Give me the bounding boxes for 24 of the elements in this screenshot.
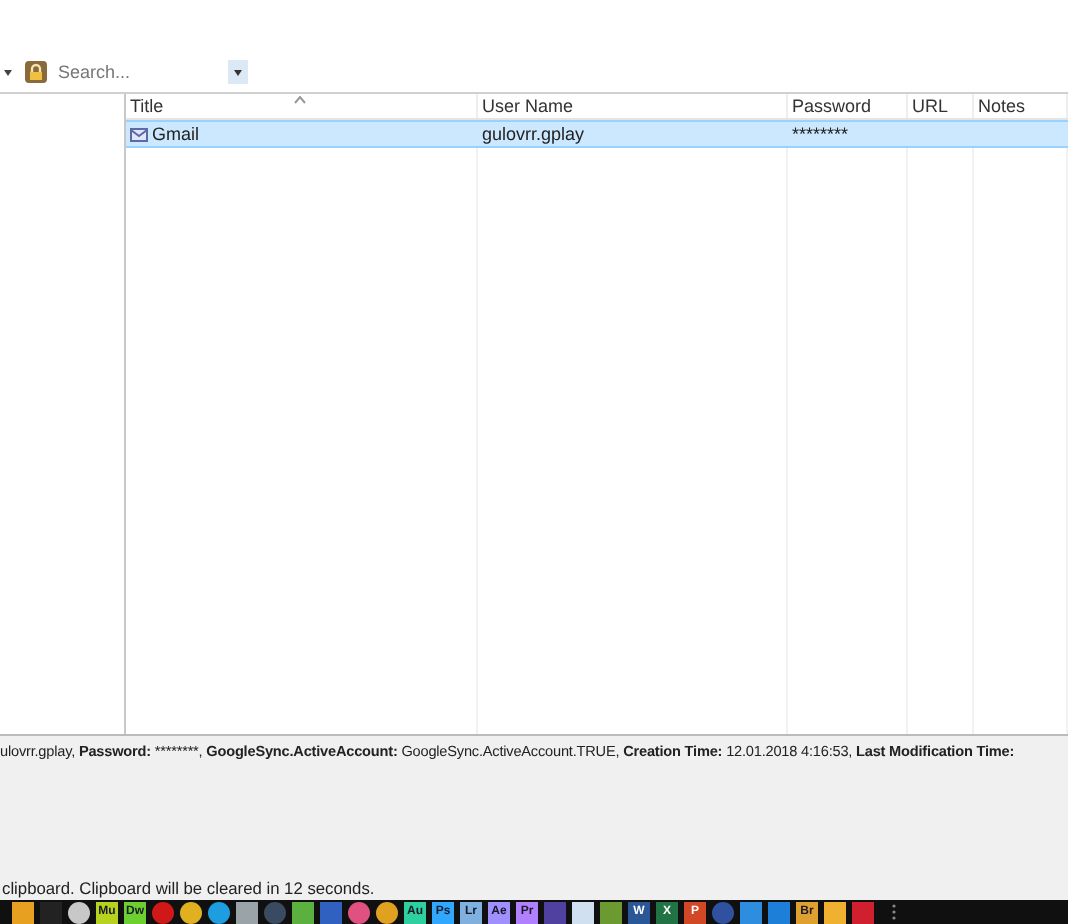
app-icon[interactable]	[292, 901, 314, 923]
column-header[interactable]: Notes	[974, 94, 1068, 118]
app-icon[interactable]	[68, 901, 90, 923]
app-icon[interactable]	[208, 901, 230, 923]
app-icon[interactable]	[376, 901, 398, 923]
app-icon[interactable]	[236, 901, 258, 923]
caret-icon	[234, 69, 242, 75]
lock-icon	[24, 60, 48, 84]
column-header[interactable]: User Name	[478, 94, 788, 118]
table-cell-text: ********	[790, 122, 851, 146]
app-icon[interactable]	[600, 901, 622, 923]
column-header[interactable]: URL	[908, 94, 974, 118]
app-icon[interactable]	[572, 901, 594, 923]
table-cell-text: gulovrr.gplay	[480, 122, 587, 146]
entry-row[interactable]: Gmail gulovrr.gplay ********	[126, 120, 1068, 148]
dropdown-button[interactable]	[228, 60, 248, 84]
column-header[interactable]: Password	[788, 94, 908, 118]
envelope-icon	[130, 126, 148, 142]
app-icon[interactable]	[180, 901, 202, 923]
app-icon[interactable]	[12, 901, 34, 923]
column-header[interactable]: Title	[126, 94, 478, 118]
status-text: clipboard. Clipboard will be cleared in 12 seconds.	[2, 878, 375, 898]
app-icon[interactable]	[824, 901, 846, 923]
table-cell: Gmail	[126, 122, 478, 146]
